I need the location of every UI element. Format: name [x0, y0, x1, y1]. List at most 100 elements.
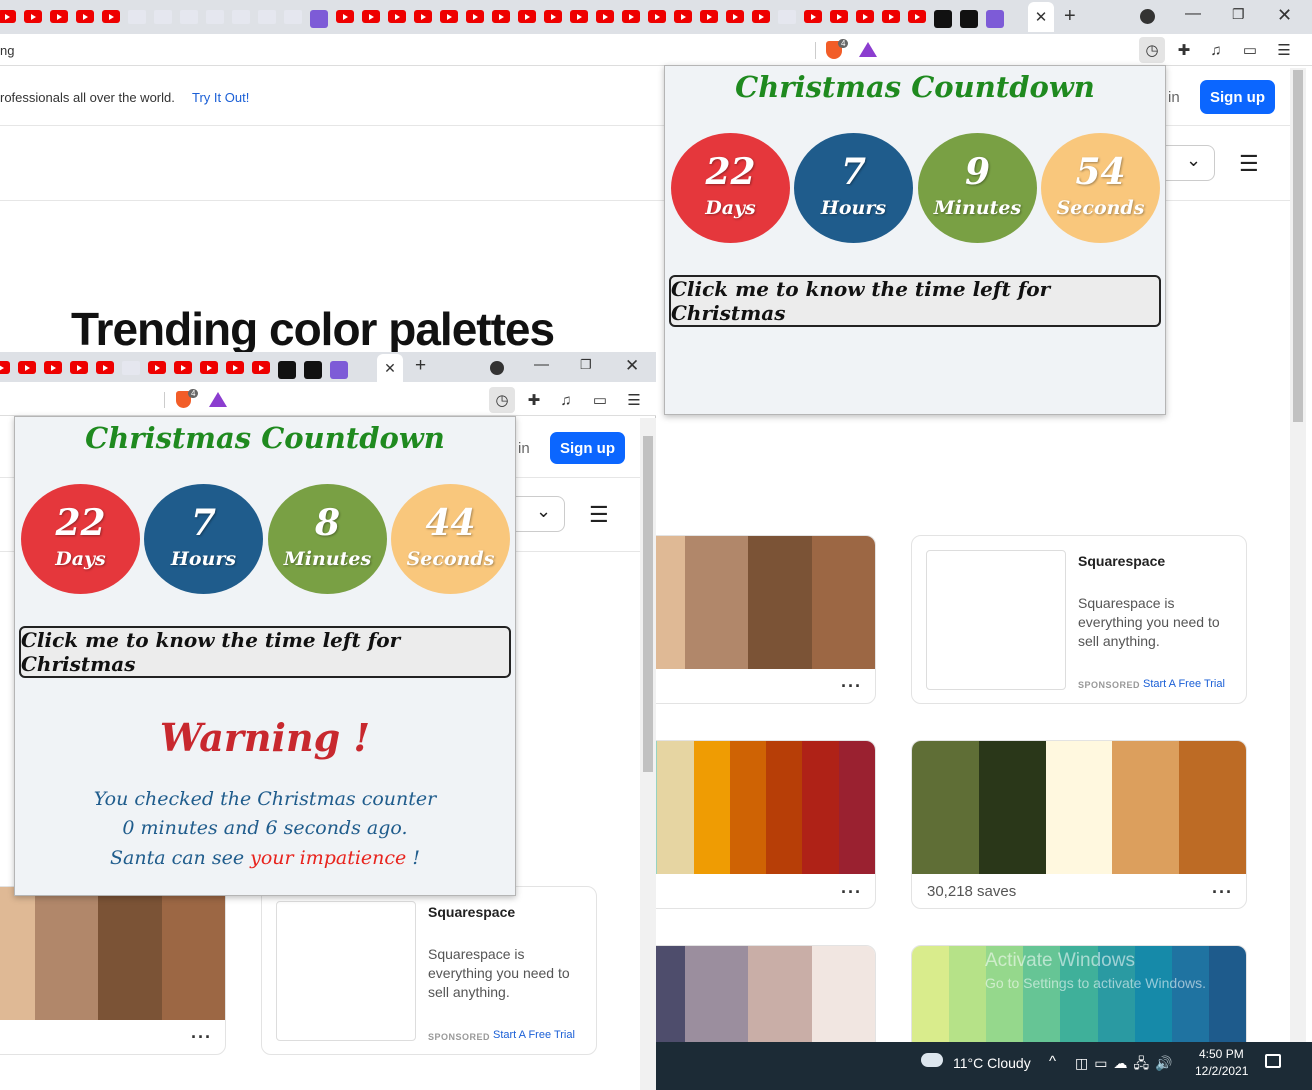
clock-time[interactable]: 4:50 PM	[1199, 1047, 1244, 1061]
front-new-tab-button[interactable]: +	[415, 355, 426, 377]
tab-favicon-icon[interactable]	[700, 10, 718, 23]
ad-cta-link[interactable]: Start A Free Trial	[493, 1029, 575, 1041]
wallet-icon[interactable]: ▭	[1237, 37, 1263, 63]
menu-icon[interactable]: ☰	[621, 387, 647, 413]
new-tab-button[interactable]: +	[1064, 5, 1076, 28]
color-swatch[interactable]	[811, 536, 875, 669]
front-restore-button[interactable]: ❐	[580, 357, 592, 373]
banner-link[interactable]: Try It Out!	[192, 90, 249, 105]
front-close-button[interactable]: ✕	[625, 356, 639, 376]
clock-date[interactable]: 12/2/2021	[1195, 1064, 1248, 1078]
more-options-icon[interactable]: ···	[191, 1027, 212, 1048]
brave-rewards-icon[interactable]	[209, 392, 227, 407]
color-swatch[interactable]	[684, 536, 748, 669]
color-swatch[interactable]	[0, 887, 35, 1020]
hamburger-menu-icon[interactable]: ☰	[1239, 151, 1259, 177]
tab-favicon-icon[interactable]	[102, 10, 120, 23]
notification-icon[interactable]	[1265, 1054, 1281, 1068]
brave-rewards-icon[interactable]	[859, 42, 877, 57]
front-scrollbar-thumb[interactable]	[643, 436, 653, 772]
signup-button[interactable]: Sign up	[1200, 80, 1275, 114]
close-tab-icon[interactable]: ✕	[1035, 8, 1048, 26]
tab-favicon-icon[interactable]	[252, 361, 270, 374]
tab-favicon-icon[interactable]	[258, 10, 276, 24]
close-tab-icon[interactable]: ✕	[384, 360, 396, 377]
tab-favicon-icon[interactable]	[310, 10, 328, 28]
tab-favicon-icon[interactable]	[830, 10, 848, 23]
tab-favicon-icon[interactable]	[206, 10, 224, 24]
palette-card-warm[interactable]	[620, 740, 876, 909]
color-swatch[interactable]	[34, 887, 98, 1020]
tray-icons[interactable]: ◫▭☁🖧🔊	[1075, 1053, 1179, 1077]
wallet-icon[interactable]: ▭	[587, 387, 613, 413]
tab-favicon-icon[interactable]	[70, 361, 88, 374]
color-swatch[interactable]	[1179, 741, 1246, 874]
tab-favicon-icon[interactable]	[148, 361, 166, 374]
ad-cta-link[interactable]: Start A Free Trial	[1143, 678, 1225, 690]
color-swatch[interactable]	[1112, 741, 1180, 874]
check-time-button[interactable]: Click me to know the time left for Chris…	[669, 275, 1161, 327]
tab-favicon-icon[interactable]	[226, 361, 244, 374]
tab-favicon-icon[interactable]	[596, 10, 614, 23]
front-tab-search-icon[interactable]	[490, 361, 504, 375]
tab-favicon-icon[interactable]	[336, 10, 354, 23]
tab-favicon-icon[interactable]	[76, 10, 94, 23]
tab-favicon-icon[interactable]	[154, 10, 172, 24]
color-swatch[interactable]	[912, 741, 979, 874]
tab-favicon-icon[interactable]	[18, 361, 36, 374]
puzzle-extensions-icon[interactable]: ✚	[521, 387, 547, 413]
tab-favicon-icon[interactable]	[570, 10, 588, 23]
tab-favicon-icon[interactable]	[908, 10, 926, 23]
tab-favicon-icon[interactable]	[174, 361, 192, 374]
login-link[interactable]: in	[518, 440, 530, 457]
tab-favicon-icon[interactable]	[122, 361, 140, 375]
color-swatch[interactable]	[1045, 741, 1113, 874]
media-icon[interactable]: ♫	[553, 387, 579, 413]
hamburger-menu-icon[interactable]: ☰	[589, 502, 609, 528]
tab-favicon-icon[interactable]	[200, 361, 218, 374]
tab-favicon-icon[interactable]	[128, 10, 146, 24]
restore-button[interactable]: ❐	[1232, 6, 1245, 23]
url-field[interactable]	[0, 38, 888, 62]
tab-favicon-icon[interactable]	[44, 361, 62, 374]
color-swatch[interactable]	[766, 741, 803, 874]
more-options-icon[interactable]: ···	[1212, 882, 1233, 903]
tab-favicon-icon[interactable]	[24, 10, 42, 23]
puzzle-extensions-icon[interactable]: ✚	[1171, 37, 1197, 63]
tab-favicon-icon[interactable]	[960, 10, 978, 28]
tab-favicon-icon[interactable]	[362, 10, 380, 23]
clock-extension-icon[interactable]: ◷	[1139, 37, 1165, 63]
tab-favicon-icon[interactable]	[778, 10, 796, 24]
tab-favicon-icon[interactable]	[284, 10, 302, 24]
color-swatch[interactable]	[161, 887, 225, 1020]
chevron-up-icon[interactable]: ^	[1049, 1053, 1056, 1070]
color-swatch[interactable]	[98, 887, 162, 1020]
color-swatch[interactable]	[978, 741, 1046, 874]
weather-text[interactable]: 11°C Cloudy	[953, 1055, 1031, 1071]
tab-favicon-icon[interactable]	[0, 361, 10, 374]
color-swatch[interactable]	[802, 741, 839, 874]
tab-favicon-icon[interactable]	[934, 10, 952, 28]
tab-favicon-icon[interactable]	[986, 10, 1004, 28]
window-close-button[interactable]: ✕	[1277, 5, 1292, 26]
signup-button[interactable]: Sign up	[550, 432, 625, 464]
color-swatch[interactable]	[748, 536, 812, 669]
login-link[interactable]: in	[1168, 89, 1180, 106]
color-swatch[interactable]	[838, 741, 875, 874]
more-options-icon[interactable]: ···	[841, 676, 862, 697]
tab-search-icon[interactable]	[1140, 9, 1155, 24]
tab-favicon-icon[interactable]	[674, 10, 692, 23]
minimize-button[interactable]: —	[1185, 5, 1201, 23]
media-icon[interactable]: ♫	[1203, 37, 1229, 63]
tab-favicon-icon[interactable]	[440, 10, 458, 23]
check-time-button[interactable]: Click me to know the time left for Chris…	[19, 626, 511, 678]
front-minimize-button[interactable]: —	[534, 356, 549, 373]
tab-favicon-icon[interactable]	[726, 10, 744, 23]
tab-favicon-icon[interactable]	[622, 10, 640, 23]
clock-extension-icon[interactable]: ◷	[489, 387, 515, 413]
tab-favicon-icon[interactable]	[804, 10, 822, 23]
tab-favicon-icon[interactable]	[50, 10, 68, 23]
tab-favicon-icon[interactable]	[180, 10, 198, 24]
tab-favicon-icon[interactable]	[304, 361, 322, 379]
front-active-tab[interactable]: ✕	[377, 354, 403, 382]
